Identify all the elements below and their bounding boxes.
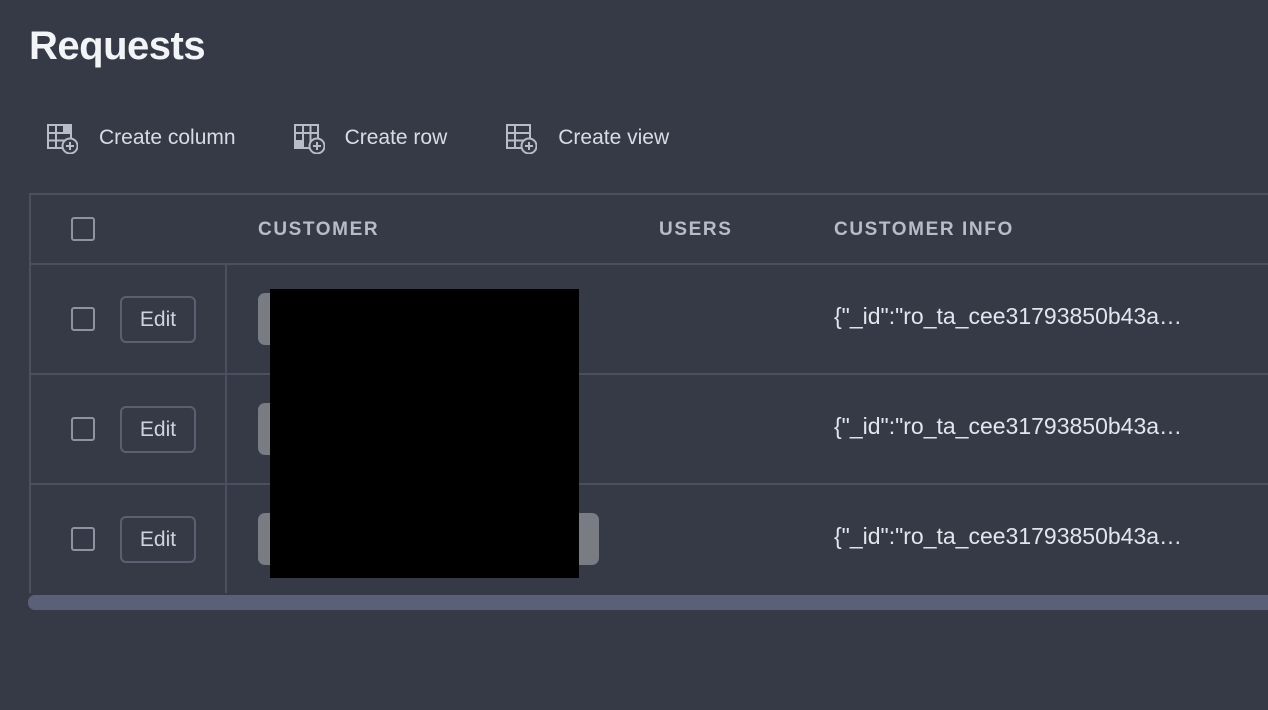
customer-info-cell[interactable]: {"_id":"ro_ta_cee31793850b43a… bbox=[834, 303, 1234, 330]
row-checkbox[interactable] bbox=[71, 527, 95, 551]
column-header-customer[interactable]: CUSTOMER bbox=[258, 219, 379, 241]
edit-button[interactable]: Edit bbox=[120, 516, 196, 563]
create-row-button[interactable]: Create row bbox=[293, 120, 448, 156]
create-view-label: Create view bbox=[558, 126, 670, 149]
redaction-block bbox=[270, 289, 579, 578]
column-header-users[interactable]: USERS bbox=[659, 219, 732, 241]
table-add-view-icon bbox=[505, 122, 538, 155]
edit-button[interactable]: Edit bbox=[120, 296, 196, 343]
customer-info-cell[interactable]: {"_id":"ro_ta_cee31793850b43a… bbox=[834, 413, 1234, 440]
table-add-column-icon bbox=[46, 122, 79, 155]
edit-button[interactable]: Edit bbox=[120, 406, 196, 453]
table-add-row-icon bbox=[293, 122, 326, 155]
create-column-label: Create column bbox=[99, 126, 236, 149]
select-all-checkbox[interactable] bbox=[71, 217, 95, 241]
row-checkbox[interactable] bbox=[71, 307, 95, 331]
toolbar: Create column Create row Create view bbox=[46, 120, 669, 156]
row-checkbox[interactable] bbox=[71, 417, 95, 441]
column-header-customer-info[interactable]: CUSTOMER INFO bbox=[834, 219, 1014, 241]
page-title: Requests bbox=[29, 24, 206, 68]
table-row: Edit {"_id":"ro_ta_cee31793850b43a… bbox=[31, 485, 1268, 593]
table-row: Edit {"_id":"ro_ta_cee31793850b43a… bbox=[31, 375, 1268, 485]
table-header: CUSTOMER USERS CUSTOMER INFO bbox=[31, 195, 1268, 265]
create-column-button[interactable]: Create column bbox=[46, 120, 236, 156]
customer-info-cell[interactable]: {"_id":"ro_ta_cee31793850b43a… bbox=[834, 523, 1234, 550]
table-row: Edit {"_id":"ro_ta_cee31793850b43a… bbox=[31, 265, 1268, 375]
create-row-label: Create row bbox=[344, 126, 448, 149]
horizontal-scrollbar[interactable] bbox=[28, 595, 1268, 610]
requests-page: Requests Create column Create row Create… bbox=[0, 0, 1268, 710]
create-view-button[interactable]: Create view bbox=[505, 120, 669, 156]
data-table: CUSTOMER USERS CUSTOMER INFO Edit {"_id"… bbox=[29, 193, 1268, 593]
